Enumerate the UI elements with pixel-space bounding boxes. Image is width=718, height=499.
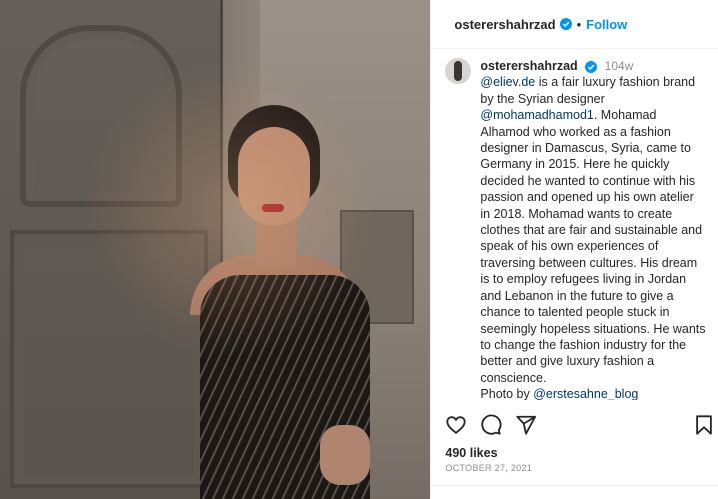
mention-link[interactable]: @mohamadhamod1 xyxy=(480,108,593,122)
post-sidebar: osterershahrzad • Follow osterershahrzad… xyxy=(430,0,718,499)
post-date[interactable]: OCTOBER 27, 2021 xyxy=(445,463,532,473)
post-header: osterershahrzad • Follow xyxy=(431,0,718,49)
comment-icon[interactable] xyxy=(480,414,502,436)
caption-timestamp[interactable]: 104w xyxy=(605,59,634,73)
verified-badge-icon xyxy=(559,18,572,30)
header-separator: • xyxy=(576,16,582,32)
post-view: osterershahrzad • Follow osterershahrzad… xyxy=(0,0,718,499)
caption-username[interactable]: osterershahrzad xyxy=(480,59,577,73)
caption-text: osterershahrzad 104w @eliev.de is a fair… xyxy=(480,58,706,400)
photo-credit-label: Photo by xyxy=(480,387,534,400)
header-username[interactable]: osterershahrzad xyxy=(454,17,555,32)
verified-badge-icon xyxy=(585,60,598,73)
heart-icon[interactable] xyxy=(445,414,467,436)
action-bar xyxy=(445,414,715,438)
caption: osterershahrzad 104w @eliev.de is a fair… xyxy=(445,58,709,400)
model-hand xyxy=(320,425,370,485)
avatar[interactable] xyxy=(445,58,472,84)
divider xyxy=(431,485,718,486)
mention-link[interactable]: @erstesahne_blog xyxy=(533,387,638,400)
post-photo[interactable] xyxy=(0,0,431,499)
caption-body-2: . Mohamad Alhamod who worked as a fashio… xyxy=(480,108,706,385)
likes-count[interactable]: 490 likes xyxy=(445,446,497,460)
follow-button[interactable]: Follow xyxy=(586,17,627,32)
mention-link[interactable]: @eliev.de xyxy=(480,75,535,89)
paper-plane-icon[interactable] xyxy=(515,414,537,436)
bookmark-icon[interactable] xyxy=(693,414,715,436)
photo-light-flare xyxy=(80,60,380,360)
